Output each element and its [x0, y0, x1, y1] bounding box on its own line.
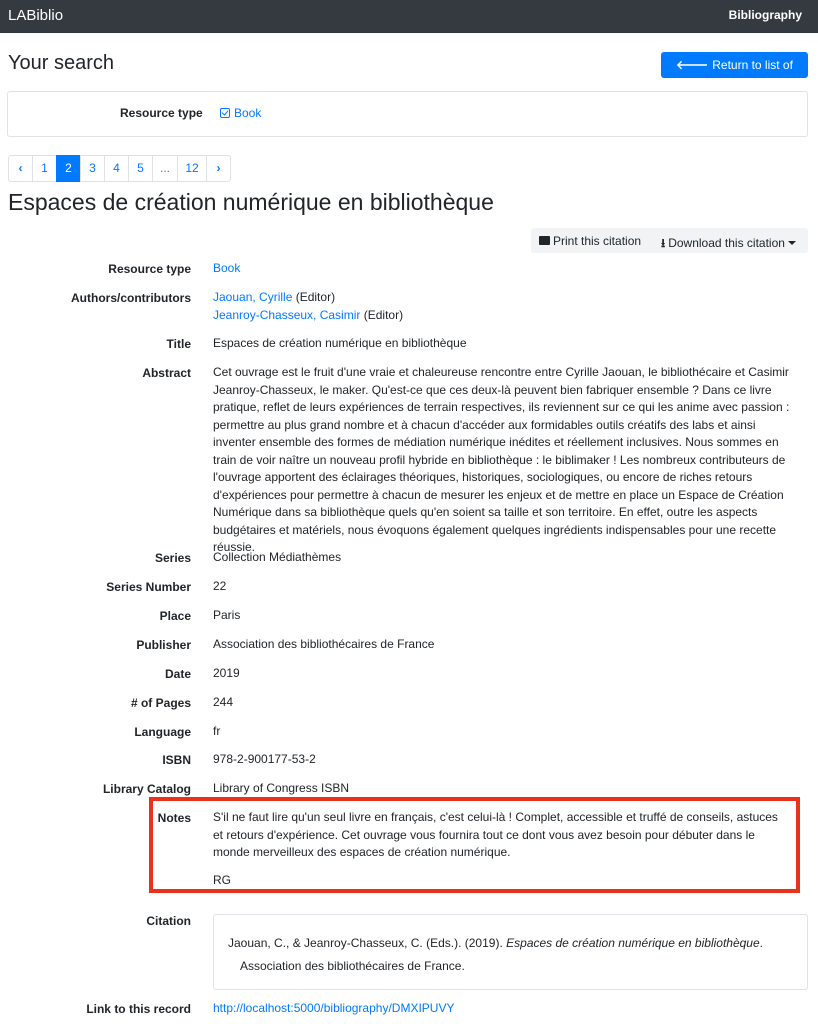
label-series-number: Series Number	[106, 580, 191, 594]
print-citation-button[interactable]: Print this citation	[539, 234, 641, 248]
record-title: Espaces de création numérique en bibliot…	[8, 189, 494, 215]
download-citation-button[interactable]: ⭳ Download this citation	[661, 234, 796, 255]
author-role: (Editor)	[295, 290, 336, 304]
label-language: Language	[134, 725, 191, 739]
value-date: 2019	[213, 666, 240, 680]
value-publisher: Association des bibliothécaires de Franc…	[213, 637, 435, 651]
citation-authors: Jaouan, C., & Jeanroy-Chasseux, C. (Eds.…	[228, 936, 503, 950]
page-2-active[interactable]: 2	[56, 155, 81, 182]
notes-highlight-box	[149, 797, 800, 893]
label-link: Link to this record	[86, 1002, 191, 1016]
label-place: Place	[159, 609, 191, 623]
page-5[interactable]: 5	[128, 155, 153, 182]
pagination-next[interactable]: ›	[206, 155, 231, 182]
author-role: (Editor)	[363, 307, 404, 322]
label-citation: Citation	[146, 914, 191, 928]
label-pages: # of Pages	[130, 696, 191, 710]
value-language: fr	[213, 724, 221, 738]
page-1[interactable]: 1	[32, 155, 57, 182]
label-series: Series	[154, 551, 191, 565]
citation-actions: Print this citation ⭳ Download this citat…	[531, 228, 808, 253]
brand-logo[interactable]: LABiblio	[8, 7, 63, 24]
author-item: Jaouan, Cyrille (Editor)	[213, 289, 403, 307]
label-library-catalog: Library Catalog	[102, 782, 191, 796]
value-resource-type[interactable]: Book	[213, 260, 240, 278]
checkbox-checked-icon[interactable]	[220, 108, 230, 118]
record-link[interactable]: http://localhost:5000/bibliography/DMXIP…	[213, 1000, 454, 1018]
search-title: Your search	[8, 52, 114, 74]
author-link[interactable]: Jeanroy-Chasseux, Casimir	[213, 308, 360, 322]
return-to-results-button[interactable]: 🡐 Return to list of results	[661, 52, 808, 98]
citation-publisher: Association des bibliothécaires de Franc…	[240, 959, 465, 973]
chevron-down-icon	[787, 241, 796, 245]
print-citation-label: Print this citation	[553, 234, 642, 248]
author-link[interactable]: Jaouan, Cyrille	[213, 290, 292, 304]
label-title: Title	[166, 337, 191, 351]
filter-value[interactable]: Book	[220, 106, 261, 120]
value-abstract: Cet ouvrage est le fruit d'une vraie et …	[213, 365, 790, 554]
label-abstract: Abstract	[142, 366, 191, 380]
navbar: LABiblio Bibliography	[0, 0, 818, 33]
citation-text: Jaouan, C., & Jeanroy-Chasseux, C. (Eds.…	[228, 932, 788, 978]
label-publisher: Publisher	[136, 638, 191, 652]
value-pages: 244	[213, 695, 234, 709]
label-resource-type: Resource type	[108, 262, 191, 276]
citation-period: .	[759, 936, 763, 950]
value-series: Collection Médiathèmes	[213, 550, 342, 564]
page-12[interactable]: 12	[177, 155, 207, 182]
pagination: ‹ 1 2 3 4 5 ... 12 ›	[8, 155, 231, 182]
page-ellipsis: ...	[152, 155, 178, 182]
download-icon: ⭳	[661, 236, 666, 250]
citation-line-1: Jaouan, C., & Jeanroy-Chasseux, C. (Eds.…	[228, 932, 788, 955]
search-filter-card: Resource type Book	[7, 91, 808, 137]
filter-label: Resource type	[120, 106, 203, 120]
download-citation-label: Download this citation	[668, 236, 785, 250]
label-authors: Authors/contributors	[71, 291, 191, 305]
value-series-number: 22	[213, 579, 227, 593]
value-title: Espaces de création numérique en bibliot…	[213, 336, 467, 350]
printer-icon	[539, 236, 550, 245]
page-3[interactable]: 3	[80, 155, 105, 182]
value-place: Paris	[213, 608, 241, 622]
filter-value-text: Book	[234, 106, 262, 120]
value-library-catalog: Library of Congress ISBN	[213, 781, 350, 795]
citation-book-title: Espaces de création numérique en bibliot…	[506, 936, 760, 950]
citation-box: Jaouan, C., & Jeanroy-Chasseux, C. (Eds.…	[213, 914, 808, 990]
nav-link-bibliography[interactable]: Bibliography	[729, 8, 802, 22]
pagination-prev[interactable]: ‹	[8, 155, 33, 182]
label-isbn: ISBN	[162, 753, 191, 767]
value-isbn: 978-2-900177-53-2	[213, 752, 316, 766]
arrow-left-icon: 🡐	[676, 58, 709, 72]
author-item: Jeanroy-Chasseux, Casimir (Editor)	[213, 307, 403, 325]
authors-list: Jaouan, Cyrille (Editor) Jeanroy-Chasseu…	[213, 289, 403, 324]
label-date: Date	[164, 667, 191, 681]
page-4[interactable]: 4	[104, 155, 129, 182]
